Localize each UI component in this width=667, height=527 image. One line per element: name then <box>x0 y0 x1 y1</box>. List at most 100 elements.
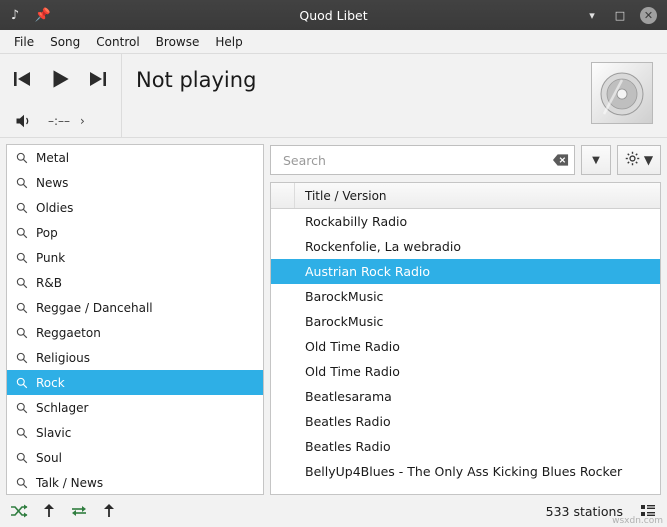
song-list-header: Title / Version <box>271 183 660 209</box>
title-bar: ♪ 📌 Quod Libet ▾ □ ✕ <box>0 0 667 30</box>
song-title: BarockMusic <box>295 289 383 304</box>
menu-browse[interactable]: Browse <box>148 33 208 51</box>
search-settings-button[interactable]: ▼ <box>617 145 661 175</box>
genre-item-reggae-dancehall[interactable]: Reggae / Dancehall <box>7 295 263 320</box>
genre-item-rock[interactable]: Rock <box>7 370 263 395</box>
repeat-button[interactable] <box>68 500 90 522</box>
music-note-icon[interactable]: ♪ <box>6 6 24 24</box>
time-display: –:–– <box>48 114 70 128</box>
genre-label: Pop <box>36 226 58 240</box>
genre-label: Punk <box>36 251 65 265</box>
menu-song[interactable]: Song <box>42 33 88 51</box>
search-icon <box>15 226 28 239</box>
previous-track-button[interactable] <box>8 65 36 93</box>
stop-after-button[interactable] <box>98 500 120 522</box>
shuffle-button[interactable] <box>8 500 30 522</box>
song-title: BellyUp4Blues - The Only Ass Kicking Blu… <box>295 464 622 479</box>
search-icon <box>15 451 28 464</box>
genre-label: Reggae / Dancehall <box>36 301 153 315</box>
right-pane: ▼ ▼ <box>270 144 661 495</box>
menu-help[interactable]: Help <box>207 33 250 51</box>
genre-label: Slavic <box>36 426 71 440</box>
status-bar: 533 stations <box>0 495 667 527</box>
genre-item-punk[interactable]: Punk <box>7 245 263 270</box>
song-title: Beatles Radio <box>295 439 391 454</box>
search-icon <box>15 251 28 264</box>
transport-buttons <box>0 54 121 104</box>
table-row[interactable]: BellyUp4Blues - The Only Ass Kicking Blu… <box>271 459 660 484</box>
pin-icon[interactable]: 📌 <box>34 6 52 24</box>
table-row[interactable]: Beatles Radio <box>271 409 660 434</box>
gear-icon <box>625 151 640 169</box>
now-playing-label: Not playing <box>122 54 591 92</box>
chevron-down-icon: ▼ <box>592 155 600 166</box>
search-icon <box>15 201 28 214</box>
song-title: Old Time Radio <box>295 339 400 354</box>
chevron-down-icon: ▼ <box>644 153 653 167</box>
table-row[interactable]: Rockabilly Radio <box>271 209 660 234</box>
close-icon[interactable]: ✕ <box>640 7 657 24</box>
menu-file[interactable]: File <box>6 33 42 51</box>
song-title: Beatlesarama <box>295 389 392 404</box>
search-icon <box>15 326 28 339</box>
main-body: Metal News Oldies <box>0 138 667 495</box>
genre-label: Rock <box>36 376 65 390</box>
table-row[interactable]: Beatlesarama <box>271 384 660 409</box>
search-field-wrapper[interactable] <box>270 145 575 175</box>
genre-item-metal[interactable]: Metal <box>7 145 263 170</box>
player-header: –:–– › Not playing <box>0 54 667 138</box>
title-bar-buttons: ▾ □ ✕ <box>584 7 667 24</box>
genre-item-talk-news[interactable]: Talk / News <box>7 470 263 494</box>
genre-list[interactable]: Metal News Oldies <box>7 145 263 494</box>
column-header-title[interactable]: Title / Version <box>295 189 387 203</box>
volume-icon[interactable] <box>10 107 38 135</box>
song-rows: Rockabilly Radio Rockenfolie, La webradi… <box>271 209 660 494</box>
order-up-button[interactable] <box>38 500 60 522</box>
next-track-button[interactable] <box>84 65 112 93</box>
search-input[interactable] <box>281 152 550 169</box>
song-title: Old Time Radio <box>295 364 400 379</box>
genre-item-soul[interactable]: Soul <box>7 445 263 470</box>
search-icon <box>15 476 28 489</box>
search-icon <box>15 151 28 164</box>
search-history-dropdown-button[interactable]: ▼ <box>581 145 611 175</box>
menu-control[interactable]: Control <box>88 33 147 51</box>
search-icon <box>15 276 28 289</box>
genre-label: Metal <box>36 151 69 165</box>
genre-item-reggaeton[interactable]: Reggaeton <box>7 320 263 345</box>
search-bar: ▼ ▼ <box>270 144 661 176</box>
genre-item-pop[interactable]: Pop <box>7 220 263 245</box>
search-icon <box>15 176 28 189</box>
genre-item-slavic[interactable]: Slavic <box>7 420 263 445</box>
genre-item-schlager[interactable]: Schlager <box>7 395 263 420</box>
genre-item-oldies[interactable]: Oldies <box>7 195 263 220</box>
genre-item-news[interactable]: News <box>7 170 263 195</box>
genre-label: Reggaeton <box>36 326 101 340</box>
maximize-icon[interactable]: □ <box>612 7 628 23</box>
genre-label: Oldies <box>36 201 73 215</box>
search-icon <box>15 376 28 389</box>
genre-pane: Metal News Oldies <box>6 144 264 495</box>
table-row[interactable]: Old Time Radio <box>271 359 660 384</box>
chevron-down-icon[interactable]: ▾ <box>584 7 600 23</box>
song-title: Beatles Radio <box>295 414 391 429</box>
search-icon <box>15 426 28 439</box>
table-row[interactable]: BarockMusic <box>271 309 660 334</box>
quod-libet-window: ♪ 📌 Quod Libet ▾ □ ✕ File Song Control B… <box>0 0 667 527</box>
clear-search-icon[interactable] <box>550 150 570 170</box>
table-row[interactable]: Old Time Radio <box>271 334 660 359</box>
table-row[interactable]: Beatles Radio <box>271 434 660 459</box>
table-row-selected[interactable]: Austrian Rock Radio <box>271 259 660 284</box>
table-row[interactable]: BarockMusic <box>271 284 660 309</box>
song-list: Title / Version Rockabilly Radio Rockenf… <box>270 182 661 495</box>
expand-player-icon[interactable]: › <box>80 114 85 128</box>
volume-and-time: –:–– › <box>0 104 121 138</box>
genre-label: Soul <box>36 451 62 465</box>
genre-item-rnb[interactable]: R&B <box>7 270 263 295</box>
search-icon <box>15 351 28 364</box>
genre-item-religious[interactable]: Religious <box>7 345 263 370</box>
header-gutter-column[interactable] <box>271 183 295 208</box>
table-row[interactable]: Rockenfolie, La webradio <box>271 234 660 259</box>
title-bar-left-icons: ♪ 📌 <box>0 6 52 24</box>
play-button[interactable] <box>46 65 74 93</box>
